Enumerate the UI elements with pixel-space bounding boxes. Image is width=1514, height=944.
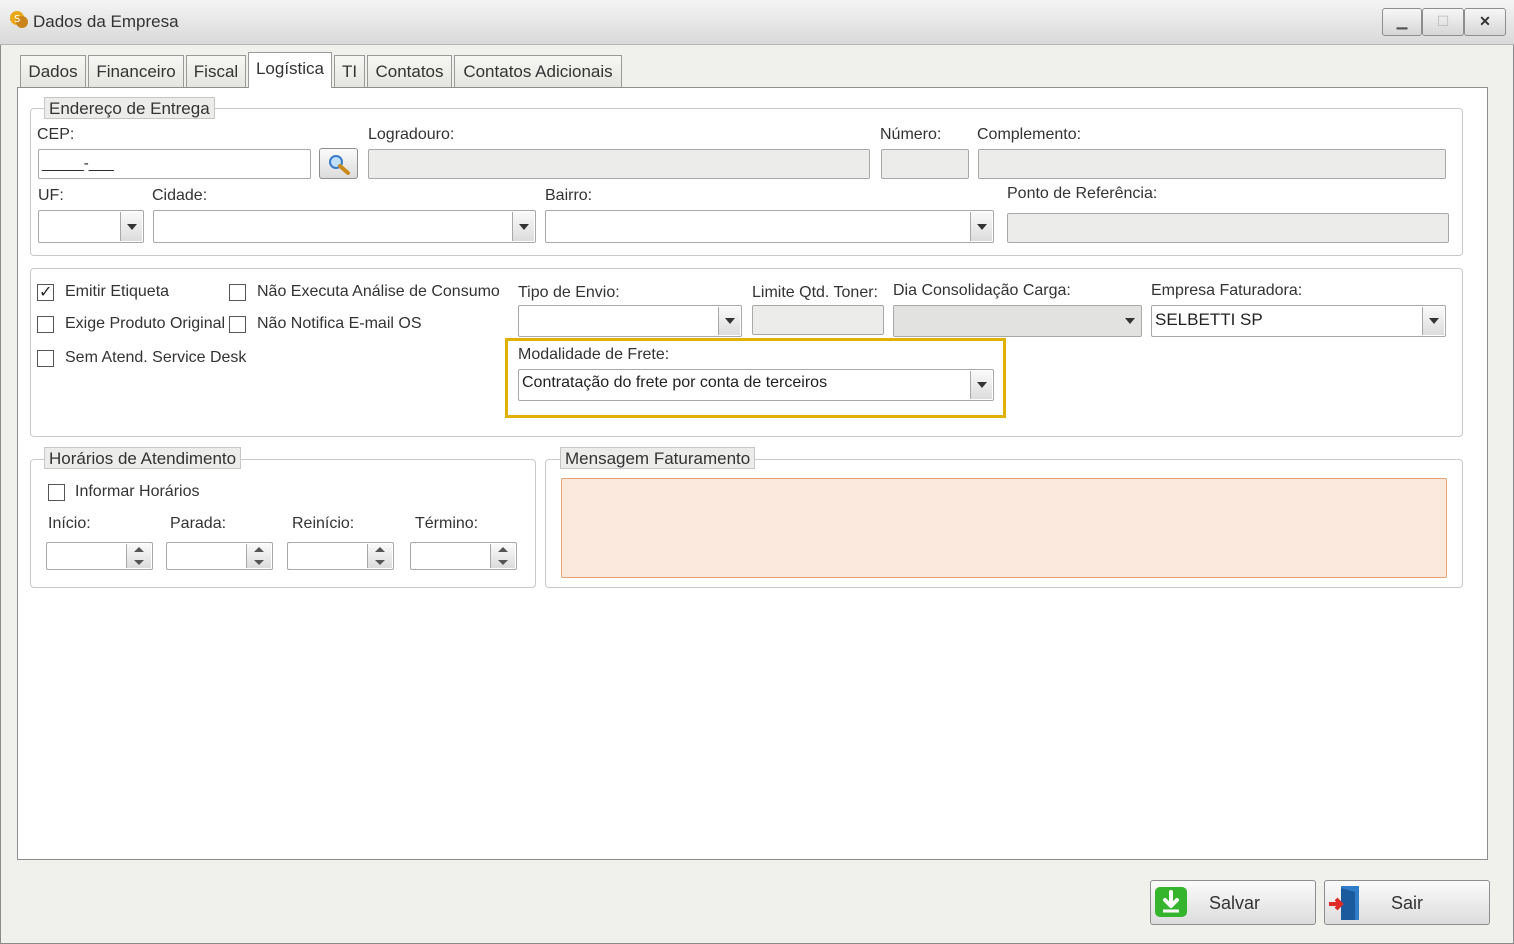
app-logo-icon: S: [10, 11, 28, 28]
termino-time-input[interactable]: [410, 542, 517, 570]
tab-label: Dados: [28, 62, 78, 81]
nao-executa-analise-checkbox[interactable]: [229, 284, 246, 301]
dia-consolidacao-label: Dia Consolidação Carga:: [893, 282, 1071, 299]
close-button[interactable]: ✕: [1464, 8, 1506, 36]
reinicio-label: Reinício:: [292, 515, 355, 532]
tab-contatos-adicionais[interactable]: Contatos Adicionais: [454, 55, 622, 87]
title-bar: S Dados da Empresa ▁ ☐ ✕: [0, 0, 1514, 45]
ponto-referencia-label: Ponto de Referência:: [1007, 185, 1158, 202]
cidade-label: Cidade:: [152, 187, 208, 204]
ponto-referencia-input[interactable]: [1007, 213, 1449, 243]
sem-atend-service-desk-label: Sem Atend. Service Desk: [65, 349, 247, 366]
chevron-down-icon[interactable]: [1119, 307, 1140, 335]
salvar-button[interactable]: Salvar: [1150, 880, 1316, 925]
exige-produto-original-label: Exige Produto Original: [65, 315, 226, 332]
tipo-envio-label: Tipo de Envio:: [518, 284, 620, 301]
chevron-down-icon[interactable]: [120, 212, 142, 241]
download-save-icon: [1155, 887, 1187, 917]
emitir-etiqueta-checkbox[interactable]: [37, 282, 54, 302]
endereco-entrega-legend: Endereço de Entrega: [44, 97, 215, 119]
tab-fiscal[interactable]: Fiscal: [186, 55, 246, 87]
informar-horarios-checkbox[interactable]: [48, 484, 65, 501]
tab-logistica[interactable]: Logística: [248, 52, 332, 88]
dia-consolidacao-select[interactable]: [893, 305, 1142, 337]
salvar-label: Salvar: [1209, 893, 1261, 913]
sair-label: Sair: [1391, 893, 1424, 913]
sem-atend-service-desk-checkbox[interactable]: [37, 350, 54, 367]
nao-notifica-email-label: Não Notifica E-mail OS: [257, 315, 422, 332]
exige-produto-original-checkbox[interactable]: [37, 316, 54, 333]
spinner-icon[interactable]: [126, 544, 151, 568]
limite-toner-input[interactable]: [752, 305, 884, 335]
cep-mask: _____-___: [42, 155, 114, 172]
maximize-button[interactable]: ☐: [1422, 8, 1464, 36]
informar-horarios-label: Informar Horários: [75, 483, 200, 500]
logradouro-input[interactable]: [368, 149, 870, 179]
search-cep-button[interactable]: [319, 148, 358, 179]
numero-input[interactable]: [881, 149, 969, 179]
logradouro-label: Logradouro:: [368, 126, 455, 143]
cidade-select[interactable]: [153, 210, 536, 243]
numero-label: Número:: [880, 126, 942, 143]
minimize-button[interactable]: ▁: [1382, 8, 1422, 36]
tab-label: Contatos: [375, 62, 444, 81]
horarios-atendimento-legend: Horários de Atendimento: [44, 447, 242, 469]
termino-label: Término:: [415, 515, 479, 532]
parada-label: Parada:: [170, 515, 227, 532]
chevron-down-icon[interactable]: [970, 371, 992, 399]
window-title: Dados da Empresa: [33, 12, 179, 31]
spinner-icon[interactable]: [490, 544, 515, 568]
maximize-icon: ☐: [1436, 13, 1450, 29]
uf-label: UF:: [38, 187, 64, 204]
tab-label: Fiscal: [193, 62, 239, 81]
modalidade-frete-label: Modalidade de Frete:: [518, 346, 670, 363]
sair-button[interactable]: Sair: [1324, 880, 1490, 925]
modalidade-frete-value: Contratação do frete por conta de tercei…: [522, 374, 828, 391]
tab-label: TI: [341, 62, 358, 81]
inicio-time-input[interactable]: [46, 542, 153, 570]
chevron-down-icon[interactable]: [1422, 307, 1444, 335]
emitir-etiqueta-label: Emitir Etiqueta: [65, 283, 170, 300]
modalidade-frete-select[interactable]: Contratação do frete por conta de tercei…: [518, 369, 994, 401]
tab-contatos[interactable]: Contatos: [367, 55, 452, 87]
empresa-faturadora-value: SELBETTI SP: [1155, 310, 1263, 329]
tab-label: Contatos Adicionais: [463, 62, 613, 81]
search-icon: [329, 155, 350, 175]
tab-label: Logística: [255, 59, 325, 78]
tab-ti[interactable]: TI: [334, 55, 365, 87]
cep-label: CEP:: [37, 126, 75, 143]
tipo-envio-select[interactable]: [518, 305, 742, 337]
spinner-icon[interactable]: [246, 544, 271, 568]
exit-door-icon: [1329, 886, 1359, 920]
complemento-input[interactable]: [978, 149, 1446, 179]
chevron-down-icon[interactable]: [512, 212, 534, 241]
minimize-icon: ▁: [1396, 13, 1408, 29]
inicio-label: Início:: [48, 515, 91, 532]
empresa-faturadora-label: Empresa Faturadora:: [1151, 282, 1303, 299]
nao-notifica-email-checkbox[interactable]: [229, 316, 246, 333]
close-icon: ✕: [1479, 13, 1491, 29]
chevron-down-icon[interactable]: [718, 307, 740, 335]
reinicio-time-input[interactable]: [287, 542, 394, 570]
spinner-icon[interactable]: [367, 544, 392, 568]
svg-text:S: S: [14, 14, 20, 25]
cep-input[interactable]: _____-___: [38, 149, 311, 179]
mensagem-faturamento-legend: Mensagem Faturamento: [560, 447, 756, 469]
chevron-down-icon[interactable]: [970, 212, 992, 241]
nao-executa-analise-label: Não Executa Análise de Consumo: [257, 283, 500, 300]
parada-time-input[interactable]: [166, 542, 273, 570]
tab-label: Financeiro: [96, 62, 176, 81]
tab-dados[interactable]: Dados: [20, 55, 86, 87]
complemento-label: Complemento:: [977, 126, 1082, 143]
limite-toner-label: Limite Qtd. Toner:: [752, 284, 878, 301]
mensagem-faturamento-textarea[interactable]: [561, 478, 1447, 578]
bairro-select[interactable]: [545, 210, 994, 243]
empresa-faturadora-select[interactable]: SELBETTI SP: [1151, 305, 1446, 337]
uf-select[interactable]: [38, 210, 144, 243]
tab-financeiro[interactable]: Financeiro: [88, 55, 184, 87]
bairro-label: Bairro:: [545, 187, 593, 204]
